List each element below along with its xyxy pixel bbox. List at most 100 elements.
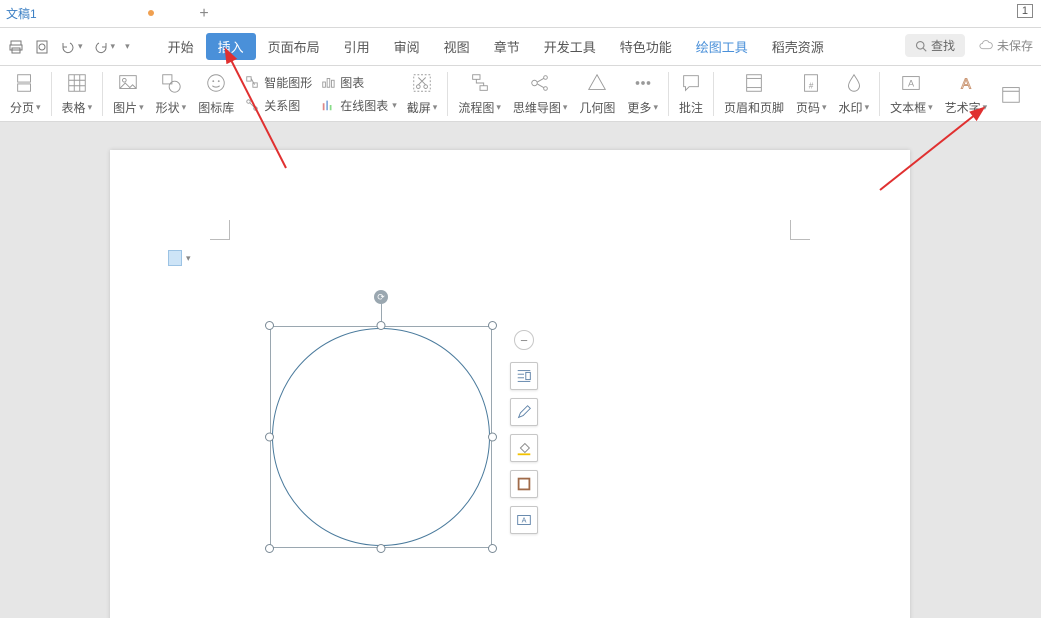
chart-icon xyxy=(320,74,336,90)
pagenum-icon: # xyxy=(799,71,823,95)
search-icon xyxy=(915,40,927,52)
resize-handle-n[interactable] xyxy=(377,321,386,330)
save-status-label: 未保存 xyxy=(997,37,1033,54)
ribbon-chart[interactable]: 图表 xyxy=(320,74,397,91)
quick-access-toolbar: ▾ ▾ ▾ xyxy=(0,39,138,55)
ribbon-mindmap[interactable]: 思维导图▾ xyxy=(507,66,574,122)
new-tab-button[interactable]: + xyxy=(190,0,218,28)
ribbon-table[interactable]: 表格▾ xyxy=(56,66,99,122)
svg-text:#: # xyxy=(809,82,814,91)
ribbon-flowchart[interactable]: 流程图▾ xyxy=(452,66,507,122)
redo-split[interactable]: ▾ xyxy=(93,39,116,55)
qat-more-chevron[interactable]: ▾ xyxy=(125,41,130,52)
shape-floating-toolbar: − A xyxy=(510,330,538,534)
textbox-icon: A xyxy=(899,71,923,95)
paragraph-insert-hint[interactable]: ▾ xyxy=(168,250,191,266)
resize-handle-w[interactable] xyxy=(265,433,274,442)
wordart-icon: A xyxy=(954,71,978,95)
ribbon-wordart[interactable]: A 艺术字▾ xyxy=(939,66,994,122)
chevron-down-icon: ▾ xyxy=(186,253,191,264)
document-tab-title: 文稿1 xyxy=(6,5,37,22)
ribbon-paging[interactable]: 分页▾ xyxy=(4,66,47,122)
ribbon-textbox[interactable]: A 文本框▾ xyxy=(884,66,939,122)
ribbon-trailing[interactable] xyxy=(993,66,1023,122)
wrap-text-button[interactable] xyxy=(510,362,538,390)
collapse-toolbar-button[interactable]: − xyxy=(514,330,534,350)
outline-icon xyxy=(515,475,533,493)
svg-text:A: A xyxy=(522,516,527,525)
menu-bar: ▾ ▾ ▾ 开始 插入 页面布局 引用 审阅 视图 章节 开发工具 特色功能 绘… xyxy=(0,28,1041,66)
wrap-text-icon xyxy=(515,367,533,385)
menu-insert[interactable]: 插入 xyxy=(206,33,256,60)
ribbon-geometry[interactable]: 几何图 xyxy=(573,66,621,122)
more-icon xyxy=(631,71,655,95)
menu-section[interactable]: 章节 xyxy=(482,33,532,60)
page-break-icon xyxy=(13,71,37,95)
menu-tabs: 开始 插入 页面布局 引用 审阅 视图 章节 开发工具 特色功能 绘图工具 稻壳… xyxy=(156,33,836,60)
scissors-icon xyxy=(410,71,434,95)
chevron-down-icon[interactable]: ▾ xyxy=(111,41,116,52)
menu-devtools[interactable]: 开发工具 xyxy=(532,33,608,60)
menu-review[interactable]: 审阅 xyxy=(382,33,432,60)
document-tab[interactable]: 文稿1 xyxy=(0,0,190,28)
rotation-handle[interactable]: ⟳ xyxy=(374,290,388,304)
resize-handle-s[interactable] xyxy=(377,544,386,553)
ribbon-shape[interactable]: 形状▾ xyxy=(150,66,193,122)
ribbon-headerfooter[interactable]: 页眉和页脚 xyxy=(718,66,790,122)
resize-handle-e[interactable] xyxy=(488,433,497,442)
menu-docer[interactable]: 稻壳资源 xyxy=(760,33,836,60)
outline-button[interactable] xyxy=(510,470,538,498)
print-preview-icon[interactable] xyxy=(34,39,50,55)
ribbon-relation[interactable]: 关系图 xyxy=(244,97,312,114)
search-button[interactable]: 查找 xyxy=(905,34,965,57)
menu-features[interactable]: 特色功能 xyxy=(608,33,684,60)
menu-drawing-tools[interactable]: 绘图工具 xyxy=(684,33,760,60)
document-page[interactable]: ▾ ⟳ − A xyxy=(110,150,910,618)
resize-handle-sw[interactable] xyxy=(265,544,274,553)
relation-icon xyxy=(244,97,260,113)
search-label: 查找 xyxy=(931,37,955,54)
menu-pagelayout[interactable]: 页面布局 xyxy=(256,33,332,60)
redo-icon[interactable] xyxy=(93,39,109,55)
resize-handle-nw[interactable] xyxy=(265,321,274,330)
print-icon[interactable] xyxy=(8,39,24,55)
cloud-icon xyxy=(979,39,993,53)
ribbon-watermark[interactable]: 水印▾ xyxy=(833,66,876,122)
comment-icon xyxy=(679,71,703,95)
watermark-icon xyxy=(842,71,866,95)
page-hint-icon xyxy=(168,250,182,266)
save-status[interactable]: 未保存 xyxy=(979,37,1033,54)
ribbon-more[interactable]: 更多▾ xyxy=(621,66,664,122)
edit-shape-button[interactable] xyxy=(510,398,538,426)
picture-icon xyxy=(116,71,140,95)
ribbon-picture[interactable]: 图片▾ xyxy=(107,66,150,122)
resize-handle-se[interactable] xyxy=(488,544,497,553)
ribbon-onlinechart[interactable]: 在线图表▾ xyxy=(320,97,397,114)
fill-color-button[interactable] xyxy=(510,434,538,462)
undo-split[interactable]: ▾ xyxy=(60,39,83,55)
fill-bucket-icon xyxy=(515,439,533,457)
oval-shape[interactable] xyxy=(272,328,490,546)
onlinechart-icon xyxy=(320,97,336,113)
headerfooter-icon xyxy=(742,71,766,95)
chevron-down-icon[interactable]: ▾ xyxy=(78,41,83,52)
shape-style-button[interactable]: A xyxy=(510,506,538,534)
ribbon-screenshot[interactable]: 截屏▾ xyxy=(401,66,444,122)
ribbon-iconlib[interactable]: 图标库 xyxy=(192,66,240,122)
selected-shape-oval[interactable]: ⟳ xyxy=(270,326,492,548)
date-icon xyxy=(999,82,1023,106)
ribbon-smartgraph[interactable]: 智能图形 xyxy=(244,74,312,91)
document-canvas[interactable]: ▾ ⟳ − A xyxy=(0,122,1041,618)
ribbon-comment[interactable]: 批注 xyxy=(673,66,709,122)
undo-icon[interactable] xyxy=(60,39,76,55)
geometry-icon xyxy=(585,71,609,95)
ribbon-pagenum[interactable]: # 页码▾ xyxy=(790,66,833,122)
menu-view[interactable]: 视图 xyxy=(432,33,482,60)
menu-start[interactable]: 开始 xyxy=(156,33,206,60)
style-icon: A xyxy=(515,511,533,529)
svg-text:A: A xyxy=(961,77,971,93)
resize-handle-ne[interactable] xyxy=(488,321,497,330)
menu-references[interactable]: 引用 xyxy=(332,33,382,60)
svg-text:A: A xyxy=(908,79,915,89)
window-indicator[interactable]: 1 xyxy=(1017,4,1033,18)
